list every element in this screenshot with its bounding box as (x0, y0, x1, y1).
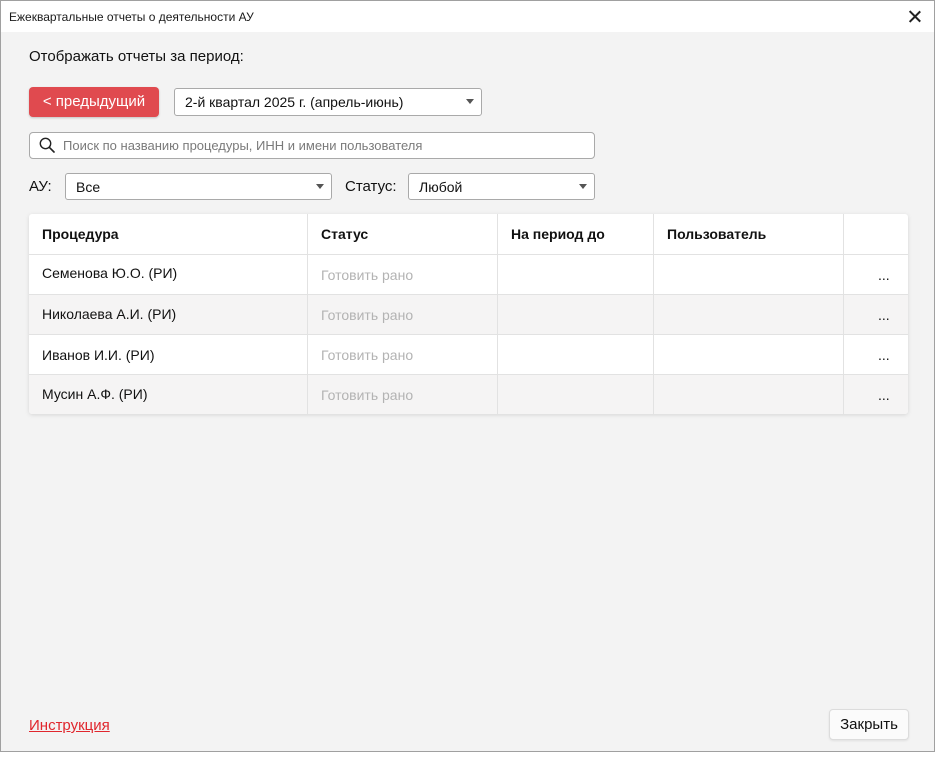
procedure-cell: Мусин А.Ф. (РИ) (42, 386, 148, 402)
status-cell: Готовить рано (307, 255, 497, 294)
chevron-down-icon (466, 99, 474, 104)
column-header-user[interactable]: Пользователь (653, 214, 843, 254)
instruction-link[interactable]: Инструкция (29, 717, 110, 734)
au-filter-select[interactable]: Все (65, 173, 332, 200)
actions-cell: ... (843, 335, 908, 374)
chevron-down-icon (579, 184, 587, 189)
title-bar: Ежеквартальные отчеты о деятельности АУ (1, 1, 934, 32)
table-header: Процедура Статус На период до Пользовате… (29, 214, 908, 254)
close-button[interactable]: Закрыть (829, 709, 909, 740)
period-until-cell (497, 295, 653, 334)
close-icon[interactable] (902, 4, 928, 30)
table-row[interactable]: Семенова Ю.О. (РИ) Готовить рано ... (29, 254, 908, 294)
user-cell (653, 335, 843, 374)
period-label: Отображать отчеты за период: (29, 48, 244, 65)
column-header-status[interactable]: Статус (307, 214, 497, 254)
row-menu-button[interactable]: ... (878, 307, 890, 323)
table-row[interactable]: Мусин А.Ф. (РИ) Готовить рано ... (29, 374, 908, 414)
actions-cell: ... (843, 375, 908, 414)
status-cell: Готовить рано (307, 335, 497, 374)
user-cell (653, 295, 843, 334)
actions-cell: ... (843, 255, 908, 294)
procedure-cell: Николаева А.И. (РИ) (42, 306, 177, 322)
chevron-down-icon (316, 184, 324, 189)
status-cell: Готовить рано (307, 295, 497, 334)
column-header-period-until[interactable]: На период до (497, 214, 653, 254)
row-menu-button[interactable]: ... (878, 387, 890, 403)
row-menu-button[interactable]: ... (878, 267, 890, 283)
procedure-cell: Иванов И.И. (РИ) (42, 347, 155, 363)
status-filter-label: Статус: (345, 178, 397, 195)
search-box[interactable] (29, 132, 595, 159)
window-title: Ежеквартальные отчеты о деятельности АУ (9, 10, 254, 24)
column-header-procedure[interactable]: Процедура (29, 214, 307, 254)
search-input[interactable] (63, 135, 583, 155)
status-filter-select[interactable]: Любой (408, 173, 595, 200)
column-header-actions (843, 214, 908, 254)
table-row[interactable]: Николаева А.И. (РИ) Готовить рано ... (29, 294, 908, 334)
procedure-cell: Семенова Ю.О. (РИ) (42, 265, 178, 281)
dialog-window: Ежеквартальные отчеты о деятельности АУ … (0, 0, 935, 752)
reports-table: Процедура Статус На период до Пользовате… (29, 214, 908, 414)
period-until-cell (497, 255, 653, 294)
actions-cell: ... (843, 295, 908, 334)
search-icon (39, 137, 55, 153)
user-cell (653, 375, 843, 414)
au-filter-label: АУ: (29, 178, 52, 195)
period-until-cell (497, 335, 653, 374)
previous-period-button[interactable]: < предыдущий (29, 87, 159, 117)
period-select-value: 2-й квартал 2025 г. (апрель-июнь) (185, 94, 404, 110)
table-row[interactable]: Иванов И.И. (РИ) Готовить рано ... (29, 334, 908, 374)
au-filter-value: Все (76, 179, 101, 195)
user-cell (653, 255, 843, 294)
status-filter-value: Любой (419, 179, 463, 195)
row-menu-button[interactable]: ... (878, 347, 890, 363)
status-cell: Готовить рано (307, 375, 497, 414)
period-select[interactable]: 2-й квартал 2025 г. (апрель-июнь) (174, 88, 482, 116)
period-until-cell (497, 375, 653, 414)
